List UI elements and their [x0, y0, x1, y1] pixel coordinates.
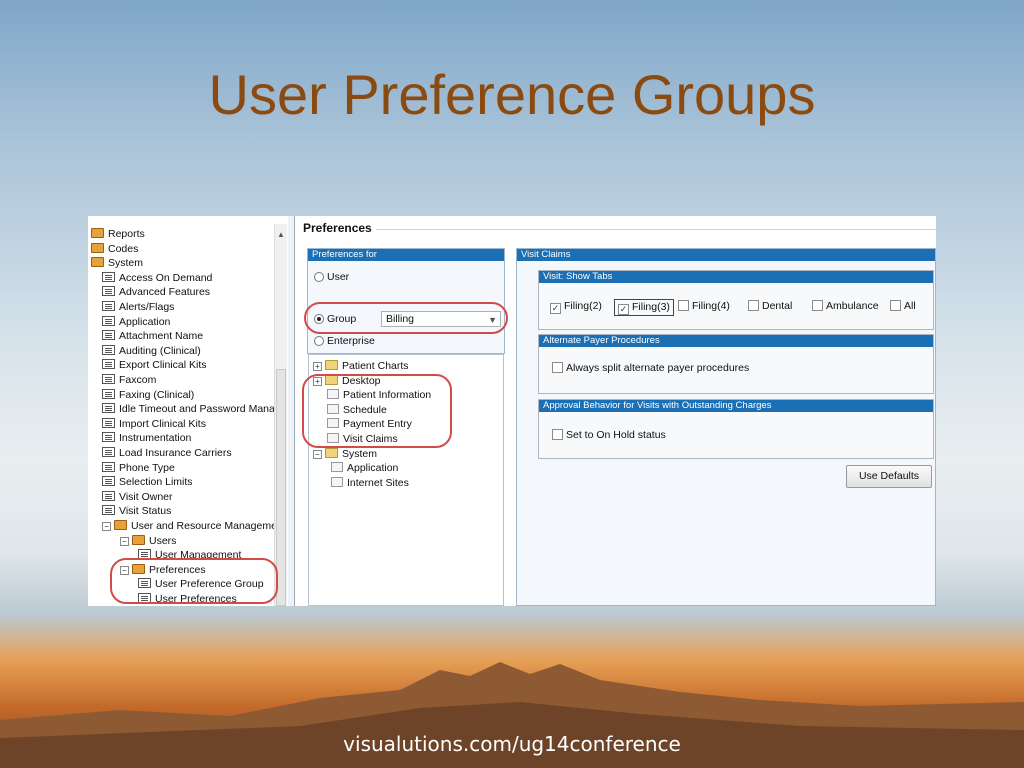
document-icon	[102, 271, 115, 282]
document-icon	[102, 301, 115, 311]
tree-item-attachment-name[interactable]: Attachment Name	[102, 329, 203, 343]
footer-url: visualutions.com/ug14conference	[343, 732, 681, 756]
tree-item-faxing-clinical[interactable]: Faxing (Clinical)	[102, 388, 194, 402]
tree-item-faxcom[interactable]: Faxcom	[102, 373, 156, 387]
preferences-for-header: Preferences for	[308, 249, 504, 261]
highlight-oval-group	[304, 302, 508, 334]
pref-tree-item-application[interactable]: Application	[331, 461, 398, 475]
folder-icon	[325, 447, 338, 458]
highlight-oval-preferences	[110, 558, 278, 604]
pref-tree-item-patient-charts[interactable]: + Patient Charts	[313, 359, 409, 373]
pref-tree-item-system[interactable]: − System	[313, 447, 377, 461]
title-divider	[376, 229, 936, 230]
tree-item-advanced-features[interactable]: Advanced Features	[102, 285, 210, 299]
checkbox-icon	[748, 300, 759, 311]
show-tabs-header: Visit: Show Tabs	[539, 271, 933, 283]
document-icon	[102, 388, 115, 399]
document-icon	[102, 447, 115, 457]
document-icon	[102, 417, 115, 428]
document-icon	[102, 476, 115, 487]
checkmark-icon: ✓	[618, 304, 629, 315]
document-icon	[102, 403, 115, 414]
folder-icon	[325, 360, 338, 370]
folder-icon	[91, 257, 104, 268]
tree-scrollbar[interactable]: ▲	[274, 224, 287, 606]
tree-item-codes[interactable]: Codes	[91, 242, 138, 256]
document-icon	[102, 330, 115, 341]
always-split-checkbox[interactable]: Always split alternate payer procedures	[552, 361, 749, 375]
folder-icon	[132, 534, 145, 545]
collapse-toggle-icon[interactable]: −	[313, 449, 322, 459]
show-tab-filing-3-checkbox[interactable]: ✓ Filing(3)	[614, 299, 674, 316]
user-radio[interactable]: User	[314, 270, 349, 284]
checkbox-icon	[812, 300, 823, 311]
approval-behavior-header: Approval Behavior for Visits with Outsta…	[539, 400, 933, 412]
tree-item-visit-owner[interactable]: Visit Owner	[102, 490, 173, 504]
app-screenshot: Reports Codes System Access On Demand Advanc…	[88, 216, 936, 606]
document-icon	[102, 432, 115, 443]
tree-item-idle-timeout-and-password-manag[interactable]: Idle Timeout and Password Manag	[102, 402, 281, 416]
visit-claims-header: Visit Claims	[517, 249, 935, 261]
checkbox-icon	[890, 300, 901, 311]
document-icon	[102, 344, 115, 355]
checkbox-icon	[552, 362, 563, 373]
tree-item-alerts-flags[interactable]: Alerts/Flags	[102, 300, 174, 314]
pref-tree-item-internet-sites[interactable]: Internet Sites	[331, 476, 409, 490]
checkmark-icon: ✓	[550, 303, 561, 314]
tree-item-phone-type[interactable]: Phone Type	[102, 461, 175, 475]
collapse-toggle-icon[interactable]: −	[102, 522, 111, 531]
tree-item-export-clinical-kits[interactable]: Export Clinical Kits	[102, 358, 207, 372]
tree-item-load-insurance-carriers[interactable]: Load Insurance Carriers	[102, 446, 232, 460]
document-icon	[102, 461, 115, 472]
expand-toggle-icon[interactable]: +	[313, 362, 322, 371]
enterprise-radio[interactable]: Enterprise	[314, 334, 375, 348]
tree-item-visit-status[interactable]: Visit Status	[102, 504, 171, 518]
show-tab-filing-4-checkbox[interactable]: Filing(4)	[678, 299, 730, 313]
pane-splitter[interactable]	[288, 216, 295, 606]
scroll-up-arrow-icon[interactable]: ▲	[277, 230, 285, 239]
tree-item-instrumentation[interactable]: Instrumentation	[102, 431, 191, 445]
document-icon	[102, 286, 115, 297]
checkbox-icon	[552, 429, 563, 440]
checkbox-icon	[678, 300, 689, 311]
tree-item-selection-limits[interactable]: Selection Limits	[102, 475, 193, 489]
document-icon	[102, 505, 115, 516]
tree-item-application[interactable]: Application	[102, 315, 170, 329]
use-defaults-button[interactable]: Use Defaults	[846, 465, 932, 488]
document-icon	[102, 315, 115, 326]
tree-item-users[interactable]: − Users	[120, 534, 176, 548]
folder-icon	[91, 228, 104, 238]
tree-item-import-clinical-kits[interactable]: Import Clinical Kits	[102, 417, 206, 431]
page-icon	[331, 476, 343, 487]
folder-icon	[114, 520, 127, 530]
document-icon	[102, 490, 115, 501]
highlight-oval-categories	[302, 374, 452, 448]
tree-item-user-and-resource-management[interactable]: − User and Resource Management	[102, 519, 286, 533]
radio-circle-icon	[314, 272, 324, 282]
document-icon	[102, 374, 115, 384]
show-tab-all-checkbox[interactable]: All	[890, 299, 916, 313]
radio-circle-icon	[314, 336, 324, 346]
tree-item-access-on-demand[interactable]: Access On Demand	[102, 271, 212, 285]
folder-icon	[91, 242, 104, 253]
preferences-title: Preferences	[303, 221, 372, 235]
slide-title: User Preference Groups	[208, 63, 816, 126]
page-icon	[331, 462, 343, 473]
tree-item-system[interactable]: System	[91, 256, 143, 270]
show-tab-ambulance-checkbox[interactable]: Ambulance	[812, 299, 879, 313]
tree-item-auditing-clinical[interactable]: Auditing (Clinical)	[102, 344, 201, 358]
document-icon	[102, 359, 115, 370]
tree-item-reports[interactable]: Reports	[91, 227, 145, 241]
navigation-tree: Reports Codes System Access On Demand Advanc…	[88, 216, 289, 606]
show-tab-filing-2-checkbox[interactable]: ✓ Filing(2)	[550, 299, 602, 314]
collapse-toggle-icon[interactable]: −	[120, 536, 129, 546]
set-on-hold-checkbox[interactable]: Set to On Hold status	[552, 428, 666, 442]
show-tab-dental-checkbox[interactable]: Dental	[748, 299, 792, 313]
alternate-payer-header: Alternate Payer Procedures	[539, 335, 933, 347]
